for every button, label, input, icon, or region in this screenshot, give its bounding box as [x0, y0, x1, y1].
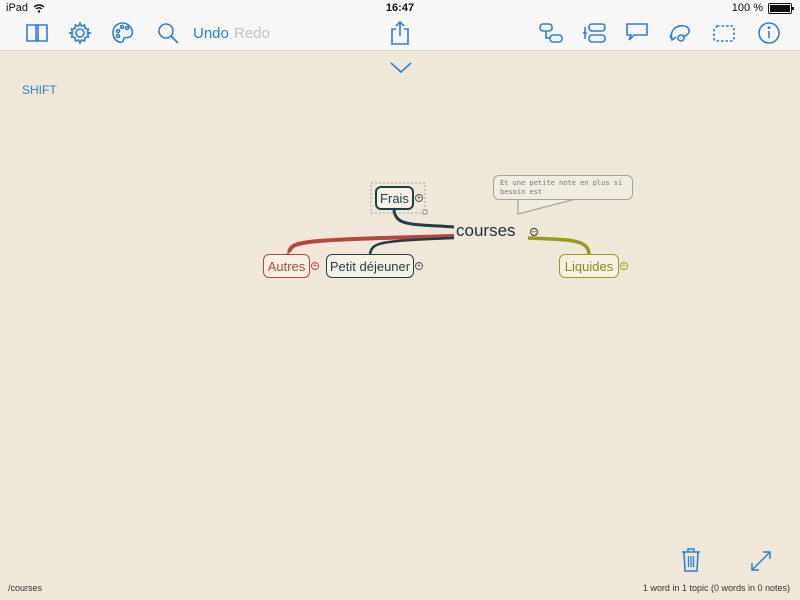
boundary-icon[interactable]	[710, 20, 738, 46]
word-count: 1 word in 1 topic (0 words in 0 notes)	[642, 583, 790, 593]
callout-icon[interactable]	[623, 20, 651, 46]
battery-percent: 100 %	[731, 2, 763, 14]
fullscreen-icon[interactable]	[750, 550, 772, 572]
topic-frais[interactable]: Frais	[375, 186, 414, 210]
collapse-icon[interactable]: –	[530, 228, 538, 236]
expand-plus-icon[interactable]: +	[415, 194, 423, 202]
info-icon[interactable]	[755, 20, 783, 46]
relationship-icon[interactable]	[666, 20, 694, 46]
expand-plus-icon[interactable]: +	[311, 262, 319, 270]
chevron-down-icon[interactable]	[389, 59, 413, 75]
share-icon[interactable]	[386, 20, 414, 46]
topic-label: Liquides	[564, 258, 614, 274]
redo-button[interactable]: Redo	[234, 25, 270, 42]
status-bar: iPad 16:47 100 %	[0, 0, 800, 16]
note-callout[interactable]: Et une petite note en plus si besoin est	[493, 175, 633, 200]
topic-label: Petit déjeuner	[329, 258, 411, 274]
search-icon[interactable]	[154, 20, 182, 46]
add-sibling-icon[interactable]	[537, 20, 565, 46]
clock: 16:47	[385, 2, 415, 14]
shift-button[interactable]: SHIFT	[22, 83, 57, 97]
expand-plus-icon[interactable]: +	[415, 262, 423, 270]
central-topic[interactable]: courses	[456, 221, 516, 241]
battery-icon	[768, 2, 794, 14]
topic-petit-dejeuner[interactable]: Petit déjeuner	[326, 254, 414, 278]
mindmap-branches	[284, 182, 591, 258]
document-path: /courses	[8, 583, 43, 593]
topic-liquides[interactable]: Liquides	[559, 254, 619, 278]
palette-icon[interactable]	[109, 20, 137, 46]
app-root: iPad 16:47 100 % Undo Redo SHIFT courses…	[0, 0, 800, 600]
topic-autres[interactable]: Autres	[263, 254, 310, 278]
topic-label: Autres	[267, 258, 306, 274]
expand-plus-icon[interactable]: +	[620, 262, 628, 270]
trash-icon[interactable]	[680, 547, 702, 573]
gear-icon[interactable]	[66, 20, 94, 46]
add-child-icon[interactable]	[580, 20, 608, 46]
topic-label: Frais	[380, 190, 409, 206]
undo-button[interactable]: Undo	[193, 25, 229, 42]
toolbar: Undo Redo	[0, 16, 800, 51]
note-text: Et une petite note en plus si besoin est	[500, 179, 623, 196]
book-icon[interactable]	[23, 20, 51, 46]
